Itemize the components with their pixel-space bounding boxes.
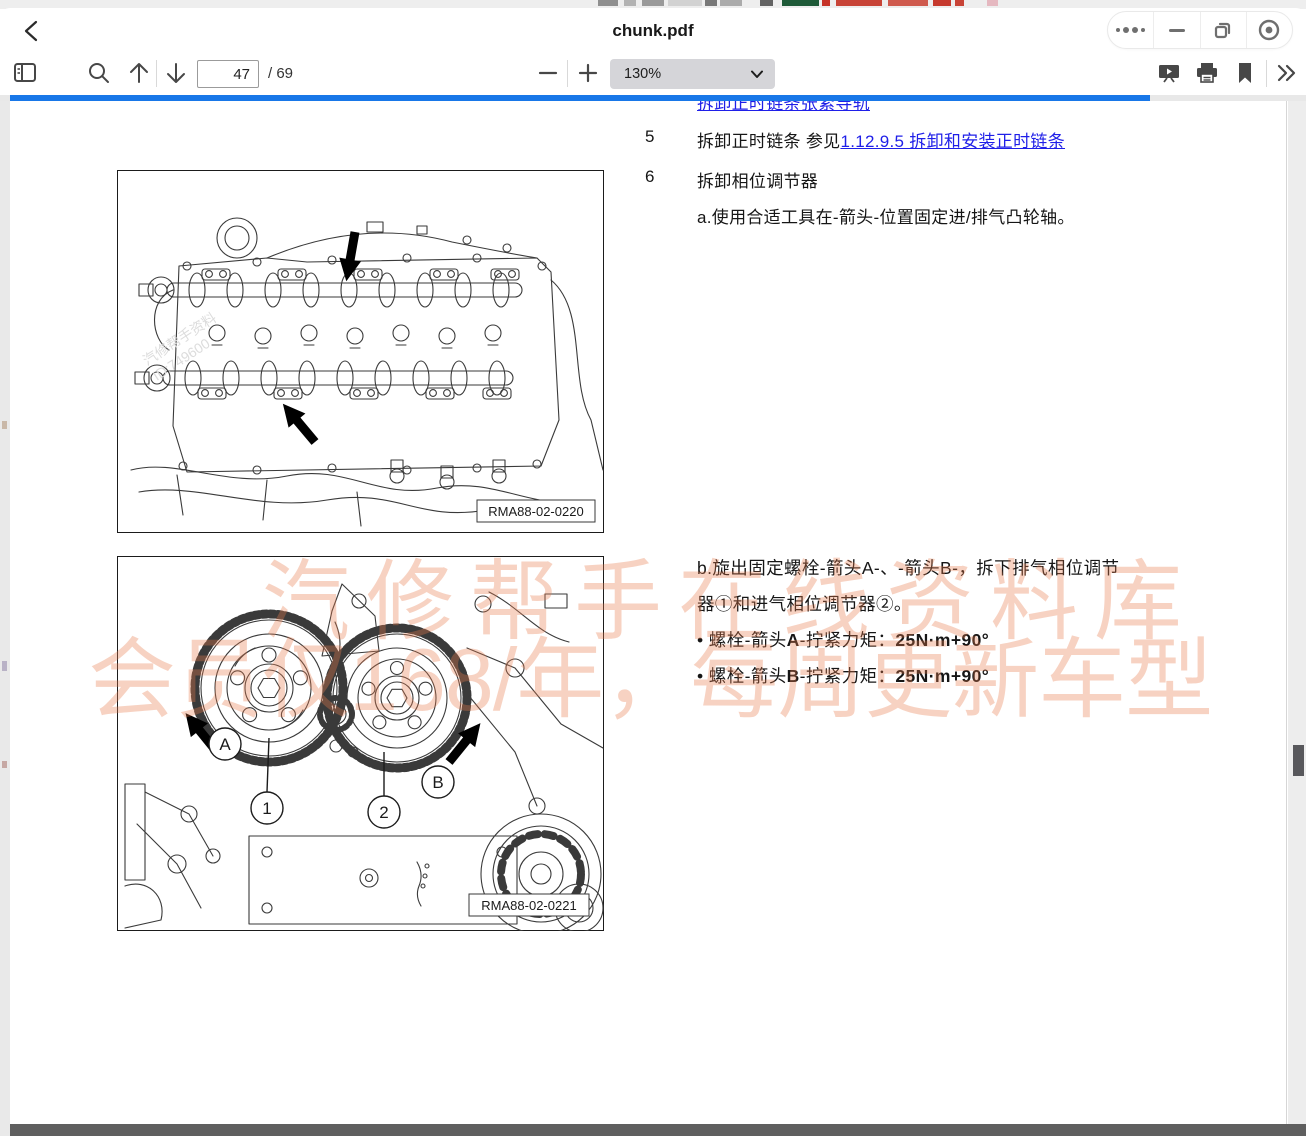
dot-icon [1132, 27, 1138, 33]
torque-value: 25N·m+90° [895, 630, 989, 650]
figure2-label: RMA88-02-0221 [481, 898, 576, 913]
arrow-up-icon [126, 60, 152, 86]
focus-circle-button[interactable] [1246, 12, 1292, 48]
bg-fragment [782, 0, 819, 6]
callout-b-label: B [432, 773, 443, 792]
bg-fragment [836, 0, 882, 6]
step-b-line2: 器①和进气相位调节器②。 [697, 586, 1177, 622]
restore-icon [1212, 19, 1234, 41]
vertical-scrollbar-thumb[interactable] [1293, 745, 1304, 776]
bg-fragment [822, 0, 830, 6]
step-b-block: b.旋出固定螺栓-箭头A-、-箭头B-，拆下排气相位调节 器①和进气相位调节器②… [697, 550, 1177, 694]
restore-window-button[interactable] [1200, 12, 1246, 48]
sidebar-toggle-button[interactable] [12, 60, 38, 86]
bullet-text: • 螺栓-箭头 [697, 666, 787, 686]
presentation-button[interactable] [1156, 60, 1182, 86]
bg-fragment [705, 0, 717, 6]
presentation-icon [1156, 60, 1182, 86]
timing-chain-guide-link[interactable]: 拆卸正时链条张紧导轨 [697, 101, 870, 113]
bg-fragment [598, 0, 618, 6]
page-number-input[interactable] [197, 60, 259, 88]
callout-a-label: A [219, 735, 231, 754]
bg-fragment [2, 761, 7, 768]
pdf-toolbar: / 69 130% [0, 52, 1306, 95]
bullet-bold: A [787, 630, 800, 650]
page-down-button[interactable] [163, 60, 189, 86]
circle-dot-icon [1256, 17, 1282, 43]
dot-icon [1141, 28, 1145, 32]
bg-fragment [760, 0, 773, 6]
search-button[interactable] [86, 60, 112, 86]
step-number: 5 [645, 127, 654, 147]
torque-bullet-b: • 螺栓-箭头B-拧紧力矩：25N·m+90° [697, 658, 1177, 694]
bg-fragment [642, 0, 664, 6]
bg-fragment [888, 0, 928, 6]
plus-icon [575, 60, 601, 86]
step-number: 6 [645, 167, 654, 187]
double-chevron-right-icon [1274, 60, 1300, 86]
clipped-text-line: 拆卸正时链条张紧导轨 [697, 101, 870, 114]
zoom-in-button[interactable] [575, 60, 601, 86]
zoom-out-button[interactable] [535, 60, 561, 86]
sidebar-toggle-icon [12, 60, 38, 86]
pdf-page: 拆卸正时链条张紧导轨 5 拆卸正时链条 参见1.12.9.5 拆卸和安装正时链条… [10, 101, 1287, 1124]
step-b-line1: b.旋出固定螺栓-箭头A-、-箭头B-，拆下排气相位调节 [697, 550, 1177, 586]
bg-fragment [933, 0, 951, 6]
printer-icon [1194, 60, 1220, 86]
minus-icon [535, 60, 561, 86]
bullet-bold: B [787, 666, 800, 686]
figure1-label: RMA88-02-0220 [488, 504, 583, 519]
bookmark-button[interactable] [1232, 60, 1258, 86]
toolbar-divider [567, 60, 568, 87]
bullet-text: • 螺栓-箭头 [697, 630, 787, 650]
callout-2-label: 2 [379, 803, 388, 822]
left-edge-strip [0, 101, 10, 1136]
torque-value: 25N·m+90° [895, 666, 989, 686]
figure-cam-phasers: A B 1 2 RMA88-02-0221 [117, 556, 604, 931]
more-options-button[interactable] [1108, 12, 1153, 48]
zoom-level-value: 130% [624, 66, 749, 82]
figure-camshafts: 汽修帮手资料 ID:749600 RMA88-02-0220 [117, 170, 604, 533]
window-controls [1107, 11, 1293, 49]
titlebar: chunk.pdf [0, 8, 1306, 52]
bullet-text: -拧紧力矩： [800, 630, 896, 650]
dot-icon [1123, 27, 1129, 33]
print-button[interactable] [1194, 60, 1220, 86]
callout-1-label: 1 [262, 799, 271, 818]
bg-fragment [668, 0, 702, 6]
vertical-scrollbar-track[interactable] [1288, 101, 1306, 1124]
minimize-icon [1166, 19, 1188, 41]
more-tools-button[interactable] [1274, 60, 1300, 86]
bg-fragment [955, 0, 964, 6]
bg-fragment [624, 0, 636, 6]
step-5-text: 拆卸正时链条 参见1.12.9.5 拆卸和安装正时链条 [697, 127, 1065, 152]
toolbar-divider [1266, 60, 1267, 87]
minimize-button[interactable] [1153, 12, 1199, 48]
chevron-down-icon [749, 66, 765, 82]
step-a-text: a.使用合适工具在-箭头-位置固定进/排气凸轮轴。 [697, 203, 1075, 228]
dot-icon [1116, 28, 1120, 32]
page-up-button[interactable] [126, 60, 152, 86]
bg-fragment [2, 661, 7, 671]
bullet-text: -拧紧力矩： [800, 666, 896, 686]
bg-fragment [987, 0, 998, 6]
app-window: chunk.pdf [0, 0, 1306, 1136]
page-count-label: / 69 [268, 65, 293, 82]
bg-fragment [2, 421, 7, 429]
horizontal-scrollbar-thumb[interactable] [10, 1124, 1306, 1136]
step-5-label: 拆卸正时链条 参见 [697, 132, 840, 151]
step-6-text: 拆卸相位调节器 [697, 167, 818, 192]
zoom-level-select[interactable]: 130% [610, 59, 775, 89]
bookmark-icon [1232, 60, 1258, 86]
arrow-down-icon [163, 60, 189, 86]
search-icon [86, 60, 112, 86]
bg-fragment [720, 0, 742, 6]
toolbar-divider [156, 60, 157, 87]
timing-chain-link[interactable]: 1.12.9.5 拆卸和安装正时链条 [840, 132, 1065, 151]
torque-bullet-a: • 螺栓-箭头A-拧紧力矩：25N·m+90° [697, 622, 1177, 658]
